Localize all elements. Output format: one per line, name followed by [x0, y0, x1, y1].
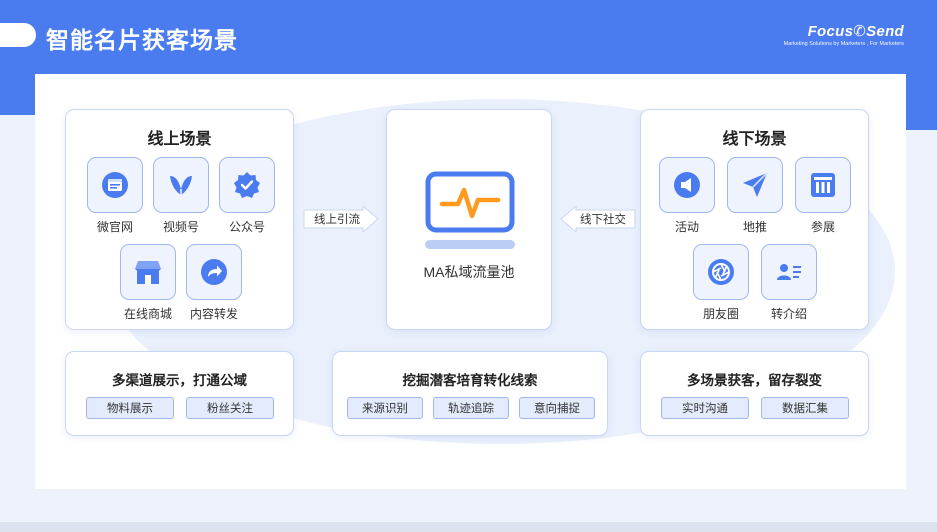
- offline-scenes-card: 线下场景 活动 地推 参展 朋友圈 转介绍: [640, 109, 869, 330]
- fission-card: 多场景获客，留存裂变 实时沟通 数据汇集: [640, 351, 869, 436]
- online-item-content-share[interactable]: 内容转发: [182, 244, 246, 322]
- offline-scenes-title: 线下场景: [722, 131, 787, 148]
- offline-item-label: 活动: [674, 220, 699, 234]
- monitor-pulse-icon: [425, 171, 515, 249]
- online-traffic-label: 线上引流: [314, 214, 360, 226]
- aperture-icon: [708, 259, 734, 285]
- header-band-right: [905, 75, 937, 130]
- online-scenes-title: 线上场景: [147, 131, 212, 148]
- lead-nurture-card: 挖掘潜客培育转化线索 来源识别 轨迹追踪 意向捕捉: [332, 351, 608, 436]
- verified-badge-icon: [234, 172, 260, 198]
- online-item-label: 公众号: [228, 220, 265, 234]
- share-arrow-icon: [201, 259, 227, 285]
- offline-item-label: 参展: [810, 220, 835, 234]
- bottom-strip: [0, 522, 937, 532]
- public-domain-card: 多渠道展示，打通公域 物料展示 粉丝关注: [65, 351, 294, 436]
- online-item-label: 微官网: [96, 220, 133, 234]
- megaphone-icon: [674, 172, 700, 198]
- online-item-label: 内容转发: [189, 307, 238, 321]
- offline-social-label: 线下社交: [580, 214, 626, 226]
- online-item-official-account[interactable]: 公众号: [215, 157, 279, 235]
- page-title: 智能名片获客场景: [46, 27, 238, 53]
- title-marker: [0, 23, 36, 47]
- online-item-label: 在线商城: [123, 307, 172, 321]
- header-band-left: [0, 75, 36, 115]
- tag-intent-capture[interactable]: 意向捕捉: [519, 397, 595, 419]
- send-arrow-icon: [743, 172, 768, 197]
- online-item-label: 视频号: [162, 220, 199, 234]
- tag-data-aggregation[interactable]: 数据汇集: [761, 397, 849, 419]
- ma-pool-label: MA私域流量池: [423, 264, 515, 280]
- store-icon: [135, 261, 161, 284]
- tag-realtime-communication[interactable]: 实时沟通: [661, 397, 749, 419]
- contact-card-icon: [777, 264, 801, 280]
- tag-fan-follow[interactable]: 粉丝关注: [186, 397, 274, 419]
- offline-item-label: 朋友圈: [702, 307, 739, 321]
- fission-title: 多场景获客，留存裂变: [687, 373, 822, 388]
- offline-item-referral[interactable]: 转介绍: [757, 244, 821, 322]
- public-domain-title: 多渠道展示，打通公域: [112, 373, 247, 388]
- tag-trail-tracking[interactable]: 轨迹追踪: [433, 397, 509, 419]
- diagram-canvas: 线上场景 微官网 视频号 公众号 在线商城 内容转发 线上引流 MA私域流量池 …: [35, 74, 906, 489]
- brand-tagline: Marketing Solutions by Marketers , For M…: [783, 41, 904, 47]
- offline-item-exhibition[interactable]: 参展: [791, 157, 855, 235]
- online-traffic-arrow: 线上引流: [303, 206, 379, 232]
- online-item-channels[interactable]: 视频号: [149, 157, 213, 235]
- online-item-online-store[interactable]: 在线商城: [116, 244, 180, 322]
- exhibition-icon: [811, 173, 835, 197]
- offline-item-label: 转介绍: [770, 307, 807, 321]
- offline-item-ground-promotion[interactable]: 地推: [723, 157, 787, 235]
- offline-item-events[interactable]: 活动: [655, 157, 719, 235]
- tag-source-identification[interactable]: 来源识别: [347, 397, 423, 419]
- ma-pool-card: MA私域流量池: [386, 109, 552, 330]
- offline-item-label: 地推: [742, 220, 767, 234]
- brand-name: Focus✆Send: [807, 23, 904, 40]
- lead-nurture-title: 挖掘潜客培育转化线索: [402, 373, 538, 388]
- butterfly-icon: [170, 176, 192, 195]
- offline-social-arrow: 线下社交: [560, 206, 636, 232]
- online-scenes-card: 线上场景 微官网 视频号 公众号 在线商城 内容转发: [65, 109, 294, 330]
- tag-material-display[interactable]: 物料展示: [86, 397, 174, 419]
- brand-logo: Focus✆Send Marketing Solutions by Market…: [784, 22, 904, 47]
- offline-item-moments[interactable]: 朋友圈: [689, 244, 753, 322]
- online-item-micro-site[interactable]: 微官网: [83, 157, 147, 235]
- browser-icon: [102, 172, 128, 198]
